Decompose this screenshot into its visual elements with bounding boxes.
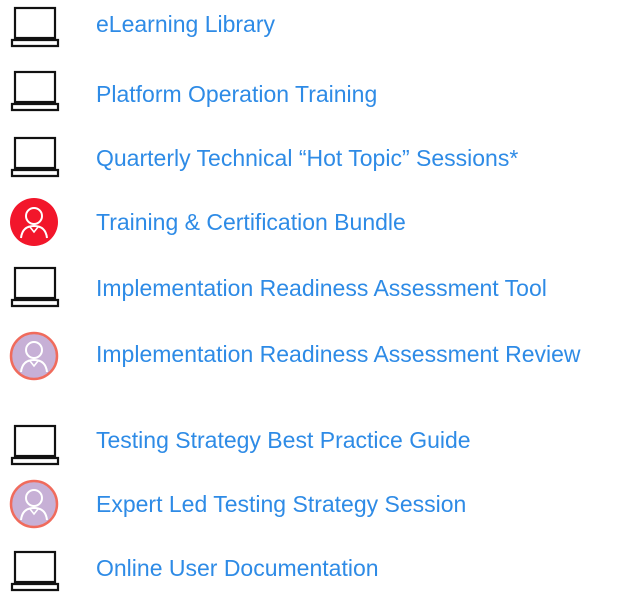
list-item-training-certification-bundle[interactable]: Training & Certification Bundle bbox=[0, 196, 635, 248]
list-item-readiness-assessment-review[interactable]: Implementation Readiness Assessment Revi… bbox=[0, 330, 635, 410]
laptop-icon bbox=[9, 550, 61, 594]
list-item-expert-led-testing-session[interactable]: Expert Led Testing Strategy Session bbox=[0, 478, 635, 530]
list-item-label: Quarterly Technical “Hot Topic” Sessions… bbox=[96, 145, 519, 171]
list-item-testing-strategy-guide[interactable]: Testing Strategy Best Practice Guide bbox=[0, 418, 635, 470]
list-item-label: eLearning Library bbox=[96, 11, 276, 37]
list-item-label: Implementation Readiness Assessment Tool bbox=[96, 275, 547, 301]
list-item-readiness-assessment-tool[interactable]: Implementation Readiness Assessment Tool bbox=[0, 260, 635, 312]
service-list: eLearning Library Platform Operation Tra… bbox=[0, 0, 635, 592]
laptop-icon bbox=[9, 6, 61, 50]
list-item-label: Online User Documentation bbox=[96, 555, 379, 581]
list-item-label: Platform Operation Training bbox=[96, 81, 378, 107]
laptop-icon bbox=[9, 70, 61, 114]
list-item-quarterly-hot-topic-sessions[interactable]: Quarterly Technical “Hot Topic” Sessions… bbox=[0, 130, 635, 182]
list-item-label: Expert Led Testing Strategy Session bbox=[96, 491, 467, 517]
laptop-icon bbox=[9, 266, 61, 310]
list-item-platform-operation-training[interactable]: Platform Operation Training bbox=[0, 64, 635, 116]
person-icon bbox=[8, 196, 60, 246]
list-item-label: Implementation Readiness Assessment Revi… bbox=[96, 341, 581, 367]
laptop-icon bbox=[9, 424, 61, 468]
list-item-label: Training & Certification Bundle bbox=[96, 209, 406, 235]
list-item-elearning-library[interactable]: eLearning Library bbox=[0, 0, 635, 52]
laptop-icon bbox=[9, 136, 61, 180]
list-item-online-user-documentation[interactable]: Online User Documentation bbox=[0, 544, 635, 592]
person-icon bbox=[8, 330, 60, 381]
person-icon bbox=[8, 478, 60, 529]
list-item-label: Testing Strategy Best Practice Guide bbox=[96, 427, 471, 453]
